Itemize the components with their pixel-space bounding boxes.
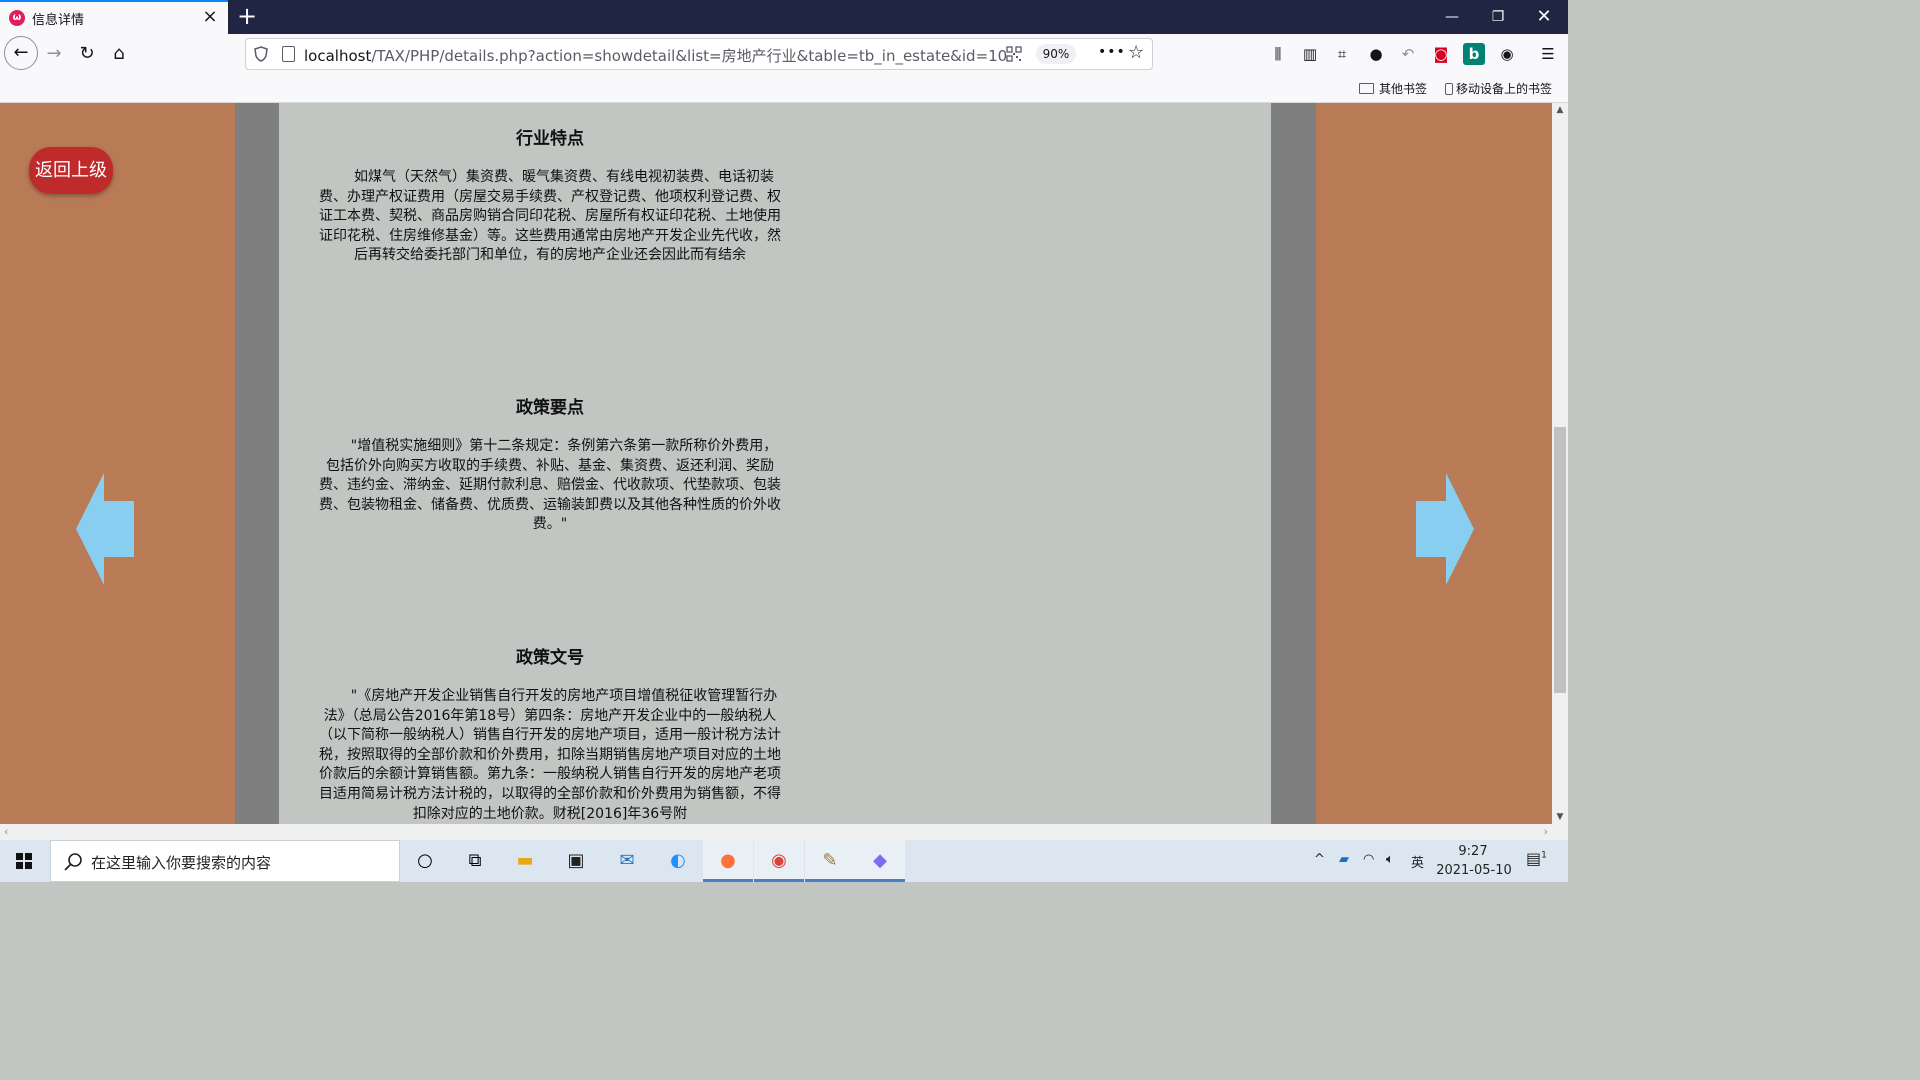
mobile-icon <box>1445 83 1453 95</box>
bing-icon[interactable]: b <box>1463 43 1485 65</box>
section-text: "增值税实施细则》第十二条规定：条例第六条第一款所称价外费用，包括价外向购买方收… <box>319 438 781 533</box>
cortana-icon[interactable]: ○ <box>400 840 450 882</box>
tab-close-icon[interactable]: × <box>200 7 220 27</box>
section-policy-reference: 政策文号 "《房地产开发企业销售自行开发的房地产项目增值税征收管理暂行办法》（总… <box>318 643 782 824</box>
section-industry-features: 行业特点 如煤气（天然气）集资费、暖气集资费、有线电视初装费、电话初装费、办理产… <box>318 124 782 266</box>
bookmark-star-icon[interactable]: ☆ <box>1128 42 1144 63</box>
taskbar-search-box[interactable]: 在这里输入你要搜索的内容 <box>50 840 400 882</box>
network-icon[interactable]: ◠ <box>1363 852 1374 867</box>
ime-indicator[interactable]: 英 <box>1411 852 1424 871</box>
firefox-icon[interactable]: ● <box>703 840 753 882</box>
folder-icon <box>1359 83 1374 94</box>
window-close-icon[interactable]: ✕ <box>1521 0 1567 34</box>
tray-overflow-icon[interactable]: ^ <box>1314 852 1325 867</box>
section-title: 行业特点 <box>516 129 584 149</box>
screenshot-icon[interactable]: ⌗ <box>1331 43 1353 65</box>
minimize-icon[interactable]: — <box>1429 0 1475 34</box>
photos-icon[interactable]: ◆ <box>855 840 905 882</box>
left-panel <box>0 103 235 824</box>
page-actions-icon[interactable]: ••• <box>1098 44 1126 60</box>
scrollbar-corner <box>1552 824 1568 840</box>
clock-date[interactable]: 2021-05-10 <box>1432 863 1516 878</box>
forward-icon[interactable]: → <box>38 38 70 70</box>
file-explorer-icon[interactable]: ▬ <box>500 840 550 882</box>
tracking-shield-icon[interactable] <box>254 46 268 62</box>
section-text: "《房地产开发企业销售自行开发的房地产项目增值税征收管理暂行办法》（总局公告20… <box>319 688 781 822</box>
scroll-right-icon[interactable]: › <box>1544 825 1548 838</box>
paint-icon[interactable]: ✎ <box>805 840 855 882</box>
chat-icon[interactable]: ● <box>1365 43 1387 65</box>
mail-icon[interactable]: ✉ <box>602 840 652 882</box>
notification-center-icon[interactable]: ▤1 <box>1526 849 1547 868</box>
tab-title: 信息详情 <box>32 13 85 28</box>
qr-code-icon[interactable] <box>1006 46 1022 62</box>
windows-taskbar: 在这里输入你要搜索的内容 ○ ⧉ ▬ ▣ ✉ ◐ ● ◉ ✎ ◆ ^ ▰ ◠ 🔈… <box>0 840 1568 882</box>
undo-icon[interactable]: ↶ <box>1397 43 1419 65</box>
right-gutter <box>1271 103 1316 824</box>
search-icon <box>64 853 82 871</box>
restore-icon[interactable]: ❐ <box>1475 0 1521 34</box>
url-bar[interactable]: localhost/TAX/PHP/details.php?action=sho… <box>245 38 1153 70</box>
tab-strip: ω 信息详情 × + — ❐ ✕ <box>0 0 1568 34</box>
previous-arrow-icon[interactable] <box>76 473 134 585</box>
scroll-left-icon[interactable]: ‹ <box>4 825 8 838</box>
navigation-toolbar: ← → ↻ ⌂ localhost/TAX/PHP/details.php?ac… <box>0 34 1568 74</box>
horizontal-scrollbar[interactable]: ‹ › <box>0 824 1552 840</box>
back-icon[interactable]: ← <box>4 36 38 70</box>
volume-icon[interactable]: 🔈︎ <box>1386 852 1394 867</box>
sidebar-icon[interactable]: ▥ <box>1299 43 1321 65</box>
url-text[interactable]: localhost/TAX/PHP/details.php?action=sho… <box>304 45 1007 66</box>
section-policy-points: 政策要点 "增值税实施细则》第十二条规定：条例第六条第一款所称价外费用，包括价外… <box>318 393 782 535</box>
section-title: 政策文号 <box>516 648 584 668</box>
section-text: 如煤气（天然气）集资费、暖气集资费、有线电视初装费、电话初装费、办理产权证费用（… <box>319 169 781 264</box>
bookmark-mobile[interactable]: 移动设备上的书签 <box>1445 80 1552 97</box>
reload-icon[interactable]: ↻ <box>71 38 103 70</box>
windows-start-icon[interactable] <box>0 840 48 882</box>
section-title: 政策要点 <box>516 398 584 418</box>
site-favicon-icon: ω <box>9 10 25 26</box>
notification-count: 1 <box>1541 850 1547 861</box>
back-to-parent-button[interactable]: 返回上级 <box>29 147 113 194</box>
vertical-scroll-thumb[interactable] <box>1554 427 1566 693</box>
scroll-up-icon[interactable]: ▲ <box>1552 105 1568 115</box>
left-gutter <box>235 103 279 824</box>
security-icon[interactable]: ▰ <box>1339 852 1349 867</box>
search-placeholder: 在这里输入你要搜索的内容 <box>91 854 272 872</box>
library-icon[interactable]: ⫼ <box>1267 43 1289 65</box>
bookmarks-toolbar: 其他书签 移动设备上的书签 <box>0 74 1568 103</box>
clock-time[interactable]: 9:27 <box>1448 844 1498 859</box>
edge-icon[interactable]: ◐ <box>653 840 703 882</box>
new-tab-icon[interactable]: + <box>234 3 260 29</box>
zoom-level-badge[interactable]: 90% <box>1036 44 1076 64</box>
account-icon[interactable]: ◉ <box>1496 43 1518 65</box>
page-viewport: 返回上级 行业特点 如煤气（天然气）集资费、暖气集资费、有线电视初装费、电话初装… <box>0 103 1552 824</box>
pocket-icon[interactable]: ◙ <box>1430 43 1452 65</box>
home-icon[interactable]: ⌂ <box>103 38 135 70</box>
page-info-icon[interactable] <box>282 46 295 62</box>
vertical-scrollbar[interactable]: ▲ ▼ <box>1552 103 1568 824</box>
scroll-down-icon[interactable]: ▼ <box>1552 812 1568 822</box>
bookmark-other[interactable]: 其他书签 <box>1359 80 1427 97</box>
chrome-icon[interactable]: ◉ <box>754 840 804 882</box>
task-view-icon[interactable]: ⧉ <box>450 840 500 882</box>
tab-active[interactable]: ω 信息详情 × <box>0 0 228 34</box>
store-icon[interactable]: ▣ <box>551 840 601 882</box>
menu-icon[interactable]: ☰ <box>1537 43 1559 65</box>
next-arrow-icon[interactable] <box>1416 473 1474 585</box>
right-panel <box>1316 103 1552 824</box>
